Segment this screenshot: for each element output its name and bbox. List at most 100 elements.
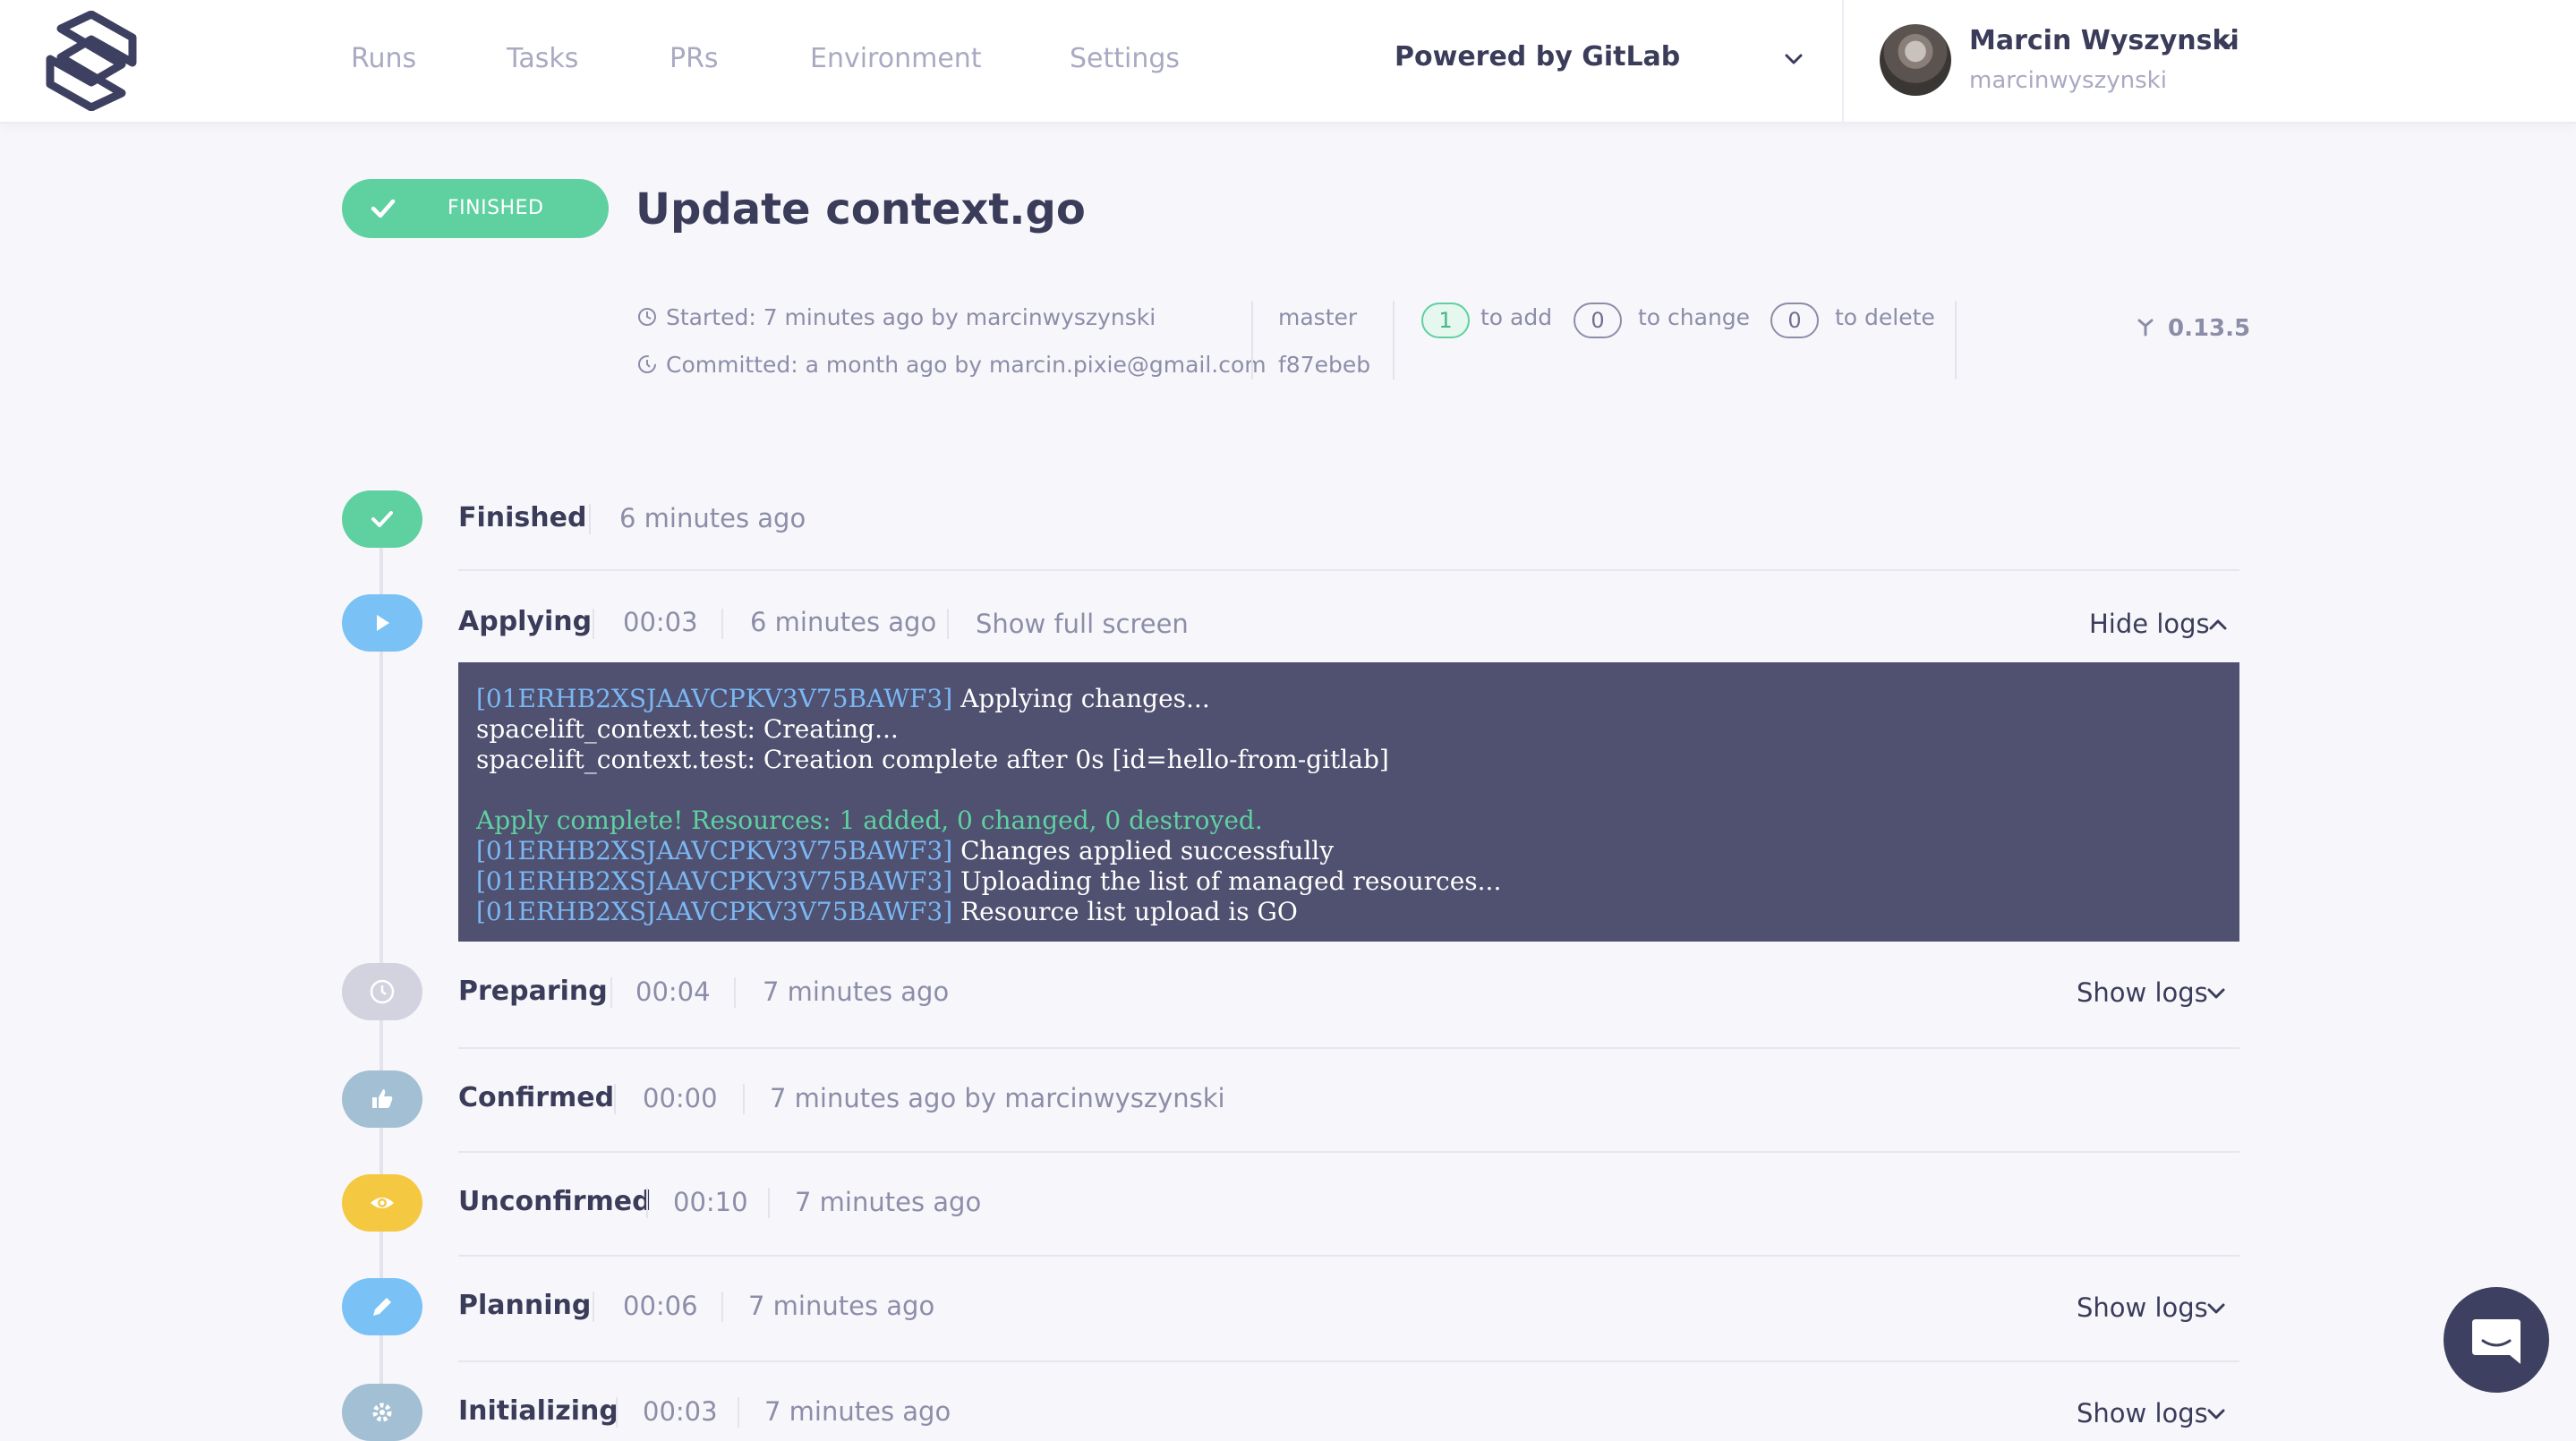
step-time: 7 minutes ago by marcinwyszynski [770, 1083, 1225, 1113]
step-duration: 00:00 [643, 1083, 718, 1113]
step-unconfirmed-indicator [342, 1174, 422, 1232]
chevron-down-icon[interactable] [2205, 1298, 2227, 1319]
add-count-badge: 1 [1421, 303, 1470, 338]
show-logs-button[interactable]: Show logs [2077, 1398, 2208, 1428]
show-full-screen-link[interactable]: Show full screen [976, 609, 1189, 639]
step-divider [743, 1084, 745, 1114]
user-name[interactable]: Marcin Wyszynski [1969, 25, 2239, 56]
log-line: Apply complete! Resources: 1 added, 0 ch… [476, 806, 1263, 835]
step-name: Preparing [458, 976, 608, 1007]
nav-prs[interactable]: PRs [670, 43, 719, 74]
nav-environment[interactable]: Environment [810, 43, 982, 74]
step-separator-line [458, 1047, 2239, 1049]
check-icon [371, 511, 393, 527]
add-label: to add [1480, 304, 1553, 330]
step-divider [589, 504, 591, 534]
step-name: Applying [458, 606, 593, 637]
status-label: FINISHED [448, 197, 544, 219]
nav-runs[interactable]: Runs [351, 43, 416, 74]
log-line: spacelift_context.test: Creating... [476, 714, 899, 744]
step-time: 7 minutes ago [764, 1396, 951, 1427]
step-finished-indicator [342, 490, 422, 548]
chat-bubble-icon [2472, 1319, 2521, 1364]
terraform-version-icon [2137, 319, 2154, 337]
change-label: to change [1638, 304, 1751, 330]
step-name: Planning [458, 1290, 592, 1321]
commit-hash[interactable]: f87ebeb [1278, 352, 1370, 378]
step-duration: 00:03 [643, 1396, 718, 1427]
nav-tasks[interactable]: Tasks [507, 43, 578, 74]
user-handle: marcinwyszynski [1969, 67, 2167, 94]
meta-divider [1955, 301, 1957, 379]
play-icon [377, 615, 389, 631]
nav-settings[interactable]: Settings [1070, 43, 1180, 74]
spacelift-logo-icon[interactable] [45, 11, 138, 111]
step-divider [593, 609, 594, 639]
branch-name[interactable]: master [1278, 304, 1357, 330]
step-applying-indicator [342, 594, 422, 652]
change-count-badge: 0 [1574, 303, 1622, 338]
step-time: 7 minutes ago [795, 1187, 982, 1217]
clock-icon [370, 979, 395, 1004]
step-separator-line [458, 1360, 2239, 1362]
step-divider [614, 1084, 616, 1114]
status-badge: FINISHED [342, 179, 609, 238]
header-divider [1842, 0, 1844, 122]
step-divider [610, 977, 612, 1008]
step-separator-line [458, 569, 2239, 571]
show-logs-button[interactable]: Show logs [2077, 977, 2208, 1008]
step-divider [734, 977, 736, 1008]
eye-icon [371, 1198, 394, 1208]
step-time: 6 minutes ago [750, 607, 937, 637]
clock-icon [638, 308, 656, 326]
step-preparing-indicator [342, 963, 422, 1020]
step-divider [768, 1188, 770, 1218]
step-duration: 00:03 [623, 607, 698, 637]
log-output: [01ERHB2XSJAAVCPKV3V75BAWF3] Applying ch… [458, 662, 2239, 942]
avatar[interactable] [1880, 24, 1951, 96]
step-time: 7 minutes ago [748, 1291, 935, 1321]
hide-logs-button[interactable]: Hide logs [2089, 609, 2210, 639]
step-separator-line [458, 1151, 2239, 1153]
log-line: spacelift_context.test: Creation complet… [476, 745, 1389, 774]
committed-info: Committed: a month ago by marcin.pixie@g… [666, 352, 1267, 378]
page-title: Update context.go [635, 184, 1086, 234]
step-divider [593, 1292, 594, 1322]
log-line: [01ERHB2XSJAAVCPKV3V75BAWF3] Applying ch… [476, 684, 1210, 713]
show-logs-button[interactable]: Show logs [2077, 1292, 2208, 1323]
step-initializing-indicator [342, 1384, 422, 1441]
delete-label: to delete [1835, 304, 1935, 330]
delete-count-badge: 0 [1770, 303, 1819, 338]
check-icon [371, 199, 396, 218]
chevron-down-icon[interactable] [1781, 47, 1806, 72]
meta-divider [1393, 301, 1395, 379]
step-time: 7 minutes ago [763, 976, 950, 1007]
terraform-version: 0.13.5 [2168, 315, 2251, 342]
environment-select[interactable]: Powered by GitLab [1395, 41, 1680, 72]
step-duration: 00:04 [635, 976, 711, 1007]
step-divider [721, 609, 723, 639]
log-line: [01ERHB2XSJAAVCPKV3V75BAWF3] Uploading t… [476, 866, 1502, 896]
step-separator-line [458, 1255, 2239, 1257]
step-name: Unconfirmed [458, 1186, 652, 1217]
step-name: Finished [458, 502, 587, 533]
step-confirmed-indicator [342, 1070, 422, 1128]
step-divider [947, 609, 949, 639]
step-divider [646, 1188, 648, 1218]
chevron-down-icon[interactable] [2216, 30, 2241, 55]
chevron-down-icon[interactable] [2205, 983, 2227, 1004]
log-line: [01ERHB2XSJAAVCPKV3V75BAWF3] Resource li… [476, 897, 1298, 926]
step-duration: 00:06 [623, 1291, 698, 1321]
step-name: Confirmed [458, 1082, 615, 1113]
chat-button[interactable] [2444, 1287, 2549, 1393]
log-line: [01ERHB2XSJAAVCPKV3V75BAWF3] Changes app… [476, 836, 1335, 865]
top-bar: Runs Tasks PRs Environment Settings Powe… [0, 0, 2576, 124]
step-name: Initializing [458, 1395, 618, 1427]
thumbs-up-icon [372, 1089, 393, 1108]
meta-divider [1251, 301, 1253, 379]
step-divider [721, 1292, 723, 1322]
started-info: Started: 7 minutes ago by marcinwyszynsk… [666, 304, 1156, 330]
gear-icon [372, 1403, 392, 1422]
chevron-up-icon[interactable] [2207, 614, 2229, 635]
chevron-down-icon[interactable] [2205, 1403, 2227, 1425]
